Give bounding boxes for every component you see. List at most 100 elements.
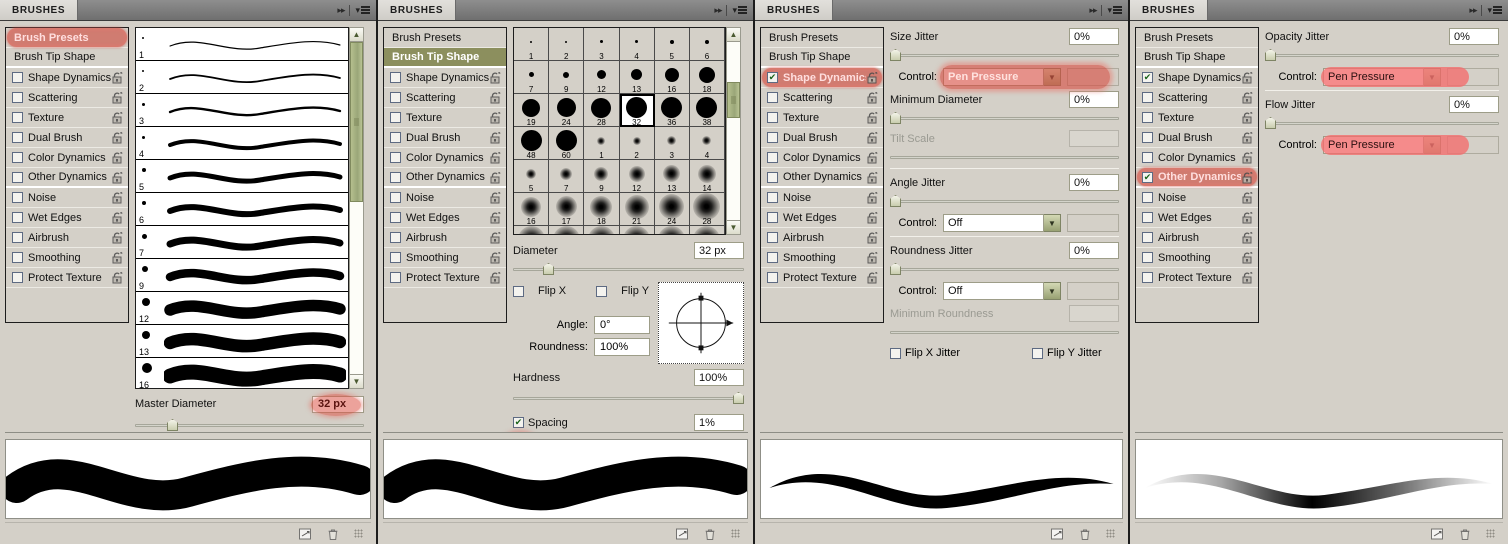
brush-tip-cell[interactable]: 60	[549, 127, 584, 160]
slider-handle[interactable]	[890, 263, 901, 275]
new-brush-icon[interactable]	[675, 527, 689, 541]
spacing-checkbox[interactable]	[513, 417, 524, 428]
lock-icon[interactable]	[1241, 171, 1254, 184]
new-brush-icon[interactable]	[1430, 527, 1444, 541]
roundness-value[interactable]: 100%	[594, 338, 650, 356]
sidebar-item-color-dynamics[interactable]: Color Dynamics	[384, 148, 506, 168]
brush-tip-cell[interactable]: 28	[584, 94, 619, 127]
option-checkbox[interactable]	[390, 212, 401, 223]
sidebar-item-other-dynamics[interactable]: Other Dynamics	[761, 168, 883, 188]
sidebar-item-scattering[interactable]: Scattering	[384, 88, 506, 108]
sidebar-item-shape-dynamics[interactable]: Shape Dynamics	[6, 68, 128, 88]
flip-y-checkbox[interactable]	[596, 286, 607, 297]
option-checkbox[interactable]	[12, 132, 23, 143]
chevron-down-icon[interactable]: ▼	[1424, 68, 1441, 86]
flow-jitter-value[interactable]: 0%	[1449, 96, 1499, 113]
option-checkbox[interactable]	[390, 152, 401, 163]
option-checkbox[interactable]	[767, 192, 778, 203]
lock-icon[interactable]	[1241, 131, 1254, 144]
brush-preset-row[interactable]: 13	[136, 325, 348, 358]
option-checkbox[interactable]	[767, 212, 778, 223]
option-checkbox[interactable]	[390, 72, 401, 83]
sidebar-item-texture[interactable]: Texture	[761, 108, 883, 128]
panel-menu-icon[interactable]: ▾	[355, 5, 370, 16]
diameter-slider[interactable]	[513, 262, 744, 276]
option-checkbox[interactable]	[1142, 212, 1153, 223]
sidebar-item-dual-brush[interactable]: Dual Brush	[6, 128, 128, 148]
option-checkbox[interactable]	[1142, 132, 1153, 143]
sidebar-item-scattering[interactable]: Scattering	[6, 88, 128, 108]
lock-icon[interactable]	[1241, 271, 1254, 284]
lock-icon[interactable]	[866, 231, 879, 244]
tip-grid-scrollbar[interactable]: ▲ ▼	[726, 27, 741, 235]
slider-handle[interactable]	[890, 49, 901, 61]
flip-x-jitter-checkbox[interactable]	[890, 348, 901, 359]
sidebar-item-other-dynamics[interactable]: Other Dynamics	[384, 168, 506, 188]
lock-icon[interactable]	[1241, 231, 1254, 244]
master-diameter-slider[interactable]	[135, 418, 364, 432]
scroll-thumb[interactable]	[350, 42, 363, 202]
option-checkbox[interactable]	[1142, 152, 1153, 163]
brush-tip-cell[interactable]: 2	[549, 28, 584, 61]
slider-handle[interactable]	[167, 419, 178, 431]
resize-grip-icon[interactable]	[731, 529, 740, 538]
brush-tip-cell[interactable]: 5	[655, 28, 690, 61]
option-checkbox[interactable]	[390, 172, 401, 183]
brush-tip-cell[interactable]: 38	[690, 94, 725, 127]
scroll-track[interactable]	[350, 42, 363, 374]
opacity-jitter-slider[interactable]	[1265, 48, 1499, 62]
chevron-down-icon[interactable]: ▼	[1424, 136, 1441, 154]
option-checkbox[interactable]	[390, 92, 401, 103]
sidebar-item-brush-tip-shape[interactable]: Brush Tip Shape	[1136, 48, 1258, 68]
lock-icon[interactable]	[111, 111, 124, 124]
slider-handle[interactable]	[733, 392, 744, 404]
brush-tip-cell[interactable]: 7	[514, 61, 549, 94]
lock-icon[interactable]	[489, 251, 502, 264]
opacity-control-combo[interactable]: Pen Pressure ▼	[1323, 68, 1499, 86]
flow-jitter-slider[interactable]	[1265, 116, 1499, 130]
flip-x-checkbox[interactable]	[513, 286, 524, 297]
sidebar-item-wet-edges[interactable]: Wet Edges	[6, 208, 128, 228]
option-checkbox[interactable]	[1142, 252, 1153, 263]
lock-icon[interactable]	[1241, 71, 1254, 84]
lock-icon[interactable]	[866, 271, 879, 284]
trash-icon[interactable]	[326, 527, 340, 541]
roundness-control-combo[interactable]: Off ▼	[943, 282, 1119, 300]
trash-icon[interactable]	[703, 527, 717, 541]
brush-tip-cell[interactable]: 4	[690, 127, 725, 160]
panel-menu-icon[interactable]: ▾	[1487, 5, 1502, 16]
lock-icon[interactable]	[489, 151, 502, 164]
brush-tip-cell[interactable]: 7	[549, 160, 584, 193]
sidebar-item-protect-texture[interactable]: Protect Texture	[384, 268, 506, 288]
brush-tip-cell[interactable]: 17	[549, 193, 584, 226]
sidebar-item-texture[interactable]: Texture	[6, 108, 128, 128]
sidebar-item-smoothing[interactable]: Smoothing	[384, 248, 506, 268]
lock-icon[interactable]	[866, 131, 879, 144]
brush-preset-list[interactable]: 1234567912131618	[135, 27, 349, 389]
option-checkbox[interactable]	[12, 72, 23, 83]
option-checkbox[interactable]	[767, 92, 778, 103]
min-diameter-value[interactable]: 0%	[1069, 91, 1119, 108]
lock-icon[interactable]	[489, 91, 502, 104]
lock-icon[interactable]	[111, 71, 124, 84]
sidebar-item-dual-brush[interactable]: Dual Brush	[1136, 128, 1258, 148]
sidebar-item-airbrush[interactable]: Airbrush	[1136, 228, 1258, 248]
lock-icon[interactable]	[489, 211, 502, 224]
brush-tip-cell[interactable]: 1	[514, 28, 549, 61]
new-brush-icon[interactable]	[1050, 527, 1064, 541]
sidebar-item-smoothing[interactable]: Smoothing	[1136, 248, 1258, 268]
preset-list-scrollbar[interactable]: ▲ ▼	[349, 27, 364, 389]
sidebar-item-protect-texture[interactable]: Protect Texture	[1136, 268, 1258, 288]
brush-preset-row[interactable]: 2	[136, 61, 348, 94]
scroll-down-arrow[interactable]: ▼	[727, 220, 740, 234]
brush-preset-row[interactable]: 1	[136, 28, 348, 61]
brush-preset-row[interactable]: 12	[136, 292, 348, 325]
lock-icon[interactable]	[489, 191, 502, 204]
sidebar-item-other-dynamics[interactable]: Other Dynamics	[6, 168, 128, 188]
trash-icon[interactable]	[1458, 527, 1472, 541]
option-checkbox[interactable]	[12, 152, 23, 163]
resize-grip-icon[interactable]	[1486, 529, 1495, 538]
brush-tip-cell[interactable]: 3	[655, 127, 690, 160]
size-control-combo[interactable]: Pen Pressure ▼	[943, 68, 1119, 86]
brush-tip-cell[interactable]: 24	[655, 193, 690, 226]
